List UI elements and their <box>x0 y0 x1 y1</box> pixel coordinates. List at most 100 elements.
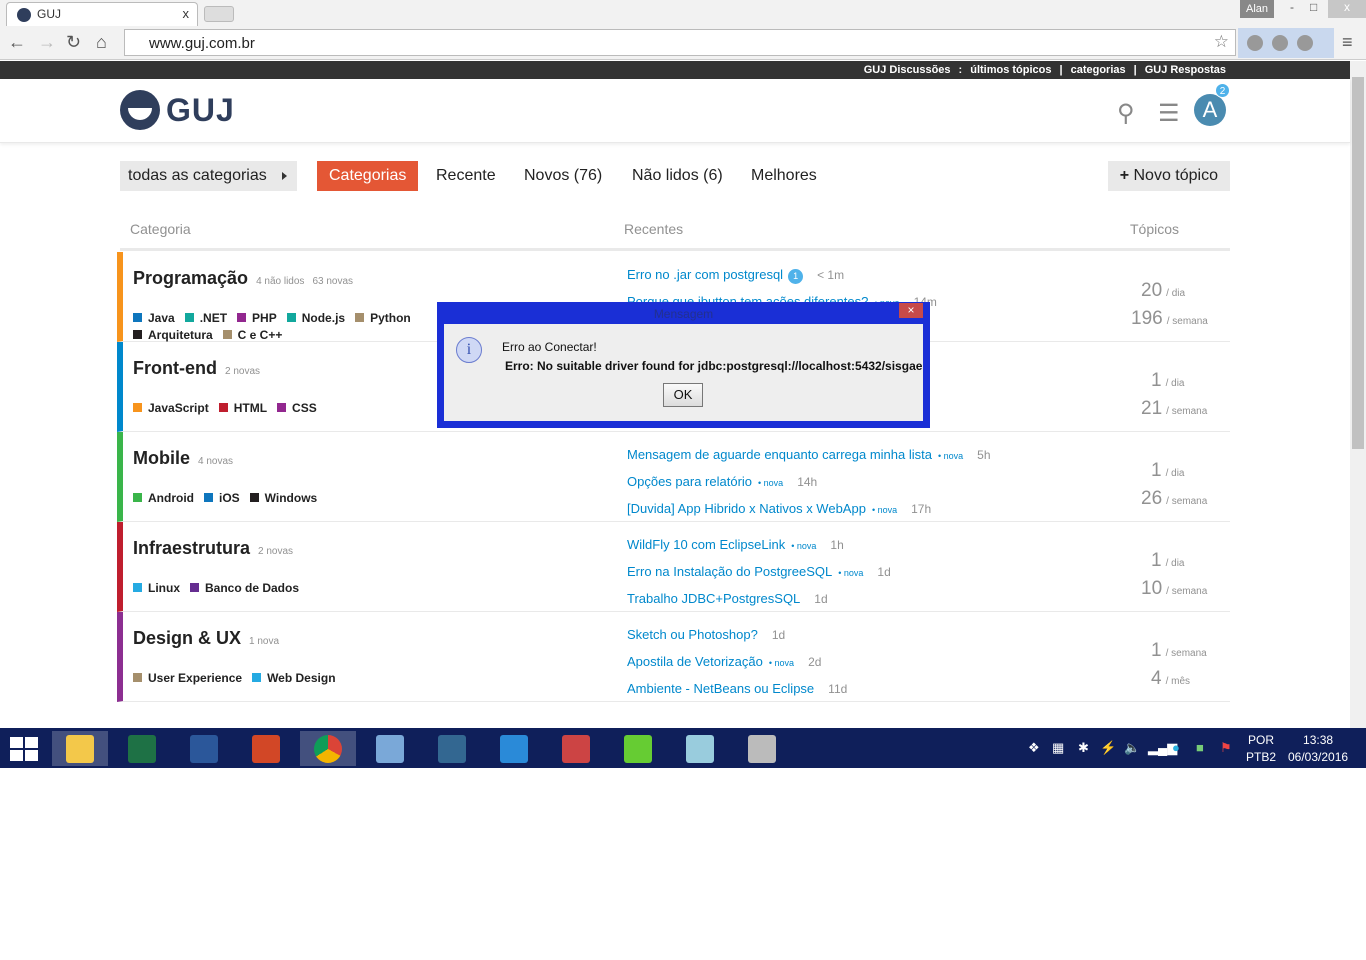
bookmark-star-icon[interactable]: ☆ <box>1214 32 1229 52</box>
topic-link[interactable]: WildFly 10 com EclipseLink <box>627 537 785 552</box>
taskbar-powerpoint[interactable] <box>238 731 294 766</box>
link-ultimos-topicos[interactable]: últimos tópicos <box>970 64 1051 76</box>
category-meta[interactable]: 63 novas <box>312 276 353 287</box>
taskbar-archive[interactable] <box>548 731 604 766</box>
taskbar-postgresql[interactable] <box>424 731 480 766</box>
taskbar-download[interactable] <box>610 731 666 766</box>
category-meta[interactable]: 1 nova <box>249 636 279 647</box>
network-icon[interactable]: ■ <box>1196 740 1204 755</box>
clock[interactable]: 13:38 06/03/2016 <box>1288 732 1348 766</box>
topic-link[interactable]: Apostila de Vetorização <box>627 654 763 669</box>
category-meta[interactable]: 4 novas <box>198 456 233 467</box>
bluetooth-icon[interactable]: ✱ <box>1078 740 1089 756</box>
category-name[interactable]: Programação 4 não lidos 63 novas <box>133 268 353 289</box>
taskbar-network[interactable] <box>486 731 542 766</box>
volume-icon[interactable]: 🔈 <box>1124 740 1140 756</box>
extension-icon[interactable] <box>1272 35 1288 51</box>
category-title[interactable]: Programação <box>133 268 248 288</box>
action-center-flag-icon[interactable]: ⚑ <box>1220 740 1232 756</box>
subcategory-link[interactable]: PHP <box>237 310 277 327</box>
tab-categorias[interactable]: Categorias <box>317 161 419 191</box>
category-name[interactable]: Mobile 4 novas <box>133 448 233 469</box>
new-tab-button[interactable] <box>204 6 234 22</box>
topic-link[interactable]: Opções para relatório <box>627 474 752 489</box>
scrollbar-thumb[interactable] <box>1352 77 1364 449</box>
subcategory-link[interactable]: HTML <box>218 400 267 417</box>
category-name[interactable]: Design & UX 1 nova <box>133 628 279 649</box>
subcategory-link[interactable]: Web Design <box>252 670 336 687</box>
taskbar-notes[interactable] <box>672 731 728 766</box>
forward-icon[interactable]: → <box>38 32 56 53</box>
subcategory-link[interactable]: Java <box>133 310 175 327</box>
tab-close-icon[interactable]: x <box>183 6 190 21</box>
ok-button[interactable]: OK <box>663 383 703 407</box>
avatar[interactable]: A <box>1194 94 1226 126</box>
subcategory-link[interactable]: Windows <box>249 490 317 507</box>
taskbar-excel[interactable] <box>114 731 170 766</box>
topic-link[interactable]: Erro na Instalação do PostgreeSQL <box>627 564 832 579</box>
category-title[interactable]: Infraestrutura <box>133 538 250 558</box>
taskbar-file-explorer[interactable] <box>52 731 108 766</box>
reload-icon[interactable]: ↻ <box>66 32 81 53</box>
tab-recente[interactable]: Recente <box>424 161 508 191</box>
category-meta[interactable]: 2 novas <box>258 546 293 557</box>
subcategory-link[interactable]: .NET <box>184 310 227 327</box>
browser-tab[interactable]: GUJ x <box>6 2 198 26</box>
menu-icon[interactable]: ≡ <box>1342 32 1353 53</box>
guj-logo[interactable]: GUJ <box>120 90 235 130</box>
topic-link[interactable]: Mensagem de aguarde enquanto carrega min… <box>627 447 932 462</box>
dropbox-icon[interactable]: ❖ <box>1028 740 1040 756</box>
subcategory-link[interactable]: Node.js <box>286 310 345 327</box>
topic-link[interactable]: [Duvida] App Hibrido x Nativos x WebApp <box>627 501 866 516</box>
extension-icon[interactable] <box>1297 35 1313 51</box>
link-guj-respostas[interactable]: GUJ Respostas <box>1145 64 1226 76</box>
taskbar-word[interactable] <box>176 731 232 766</box>
search-icon[interactable]: ⚲ <box>1117 99 1135 128</box>
subcategory-link[interactable]: JavaScript <box>133 400 209 417</box>
power-icon[interactable]: ⚡ <box>1100 740 1116 756</box>
topic-link[interactable]: Erro no .jar com postgresql <box>627 267 783 282</box>
sync-icon[interactable]: ● <box>1172 740 1180 755</box>
home-icon[interactable]: ⌂ <box>96 32 107 53</box>
link-categorias[interactable]: categorias <box>1071 64 1126 76</box>
category-title[interactable]: Design & UX <box>133 628 241 648</box>
taskbar-virtualbox[interactable] <box>362 731 418 766</box>
subcategory-link[interactable]: Android <box>133 490 194 507</box>
category-meta[interactable]: 2 novas <box>225 366 260 377</box>
page-scrollbar[interactable] <box>1350 61 1366 728</box>
subcategory-link[interactable]: Linux <box>133 580 180 597</box>
new-topic-button[interactable]: + Novo tópico <box>1107 161 1230 191</box>
category-name[interactable]: Infraestrutura 2 novas <box>133 538 293 559</box>
category-title[interactable]: Front-end <box>133 358 217 378</box>
category-name[interactable]: Front-end 2 novas <box>133 358 260 379</box>
back-icon[interactable]: ← <box>8 32 26 53</box>
windows-icon[interactable]: ▦ <box>1052 740 1064 756</box>
extension-icon[interactable] <box>1247 35 1263 51</box>
subcategory-link[interactable]: CSS <box>277 400 317 417</box>
category-title[interactable]: Mobile <box>133 448 190 468</box>
subcategory-link[interactable]: Python <box>355 310 411 327</box>
maximize-button[interactable]: □ <box>1310 0 1317 14</box>
topic-link[interactable]: Trabalho JDBC+PostgresSQL <box>627 591 800 606</box>
tab-novos[interactable]: Novos (76) <box>512 161 614 191</box>
window-close-button[interactable]: x <box>1328 0 1366 18</box>
tab-nao-lidos[interactable]: Não lidos (6) <box>620 161 735 191</box>
dialog-close-button[interactable]: × <box>899 303 923 318</box>
dialog-titlebar[interactable]: Mensagem × <box>444 302 923 324</box>
topic-link[interactable]: Ambiente - NetBeans ou Eclipse <box>627 681 814 696</box>
all-categories-dropdown[interactable]: todas as categorias <box>120 161 297 191</box>
link-guj-discussoes[interactable]: GUJ Discussões <box>864 64 951 76</box>
subcategory-link[interactable]: iOS <box>204 490 240 507</box>
hamburger-menu-icon[interactable]: ☰ <box>1158 99 1180 128</box>
subcategory-link[interactable]: Banco de Dados <box>190 580 299 597</box>
category-meta[interactable]: 4 não lidos <box>256 276 304 287</box>
taskbar-calculator[interactable] <box>734 731 790 766</box>
address-bar[interactable]: www.guj.com.br ☆ <box>124 29 1236 56</box>
profile-button[interactable]: Alan <box>1240 0 1274 18</box>
tab-melhores[interactable]: Melhores <box>739 161 829 191</box>
topic-link[interactable]: Sketch ou Photoshop? <box>627 627 758 642</box>
windows-start-icon[interactable] <box>10 737 38 761</box>
taskbar-chrome[interactable] <box>300 731 356 766</box>
language-indicator[interactable]: POR PTB2 <box>1246 732 1276 766</box>
minimize-button[interactable]: - <box>1290 0 1294 14</box>
